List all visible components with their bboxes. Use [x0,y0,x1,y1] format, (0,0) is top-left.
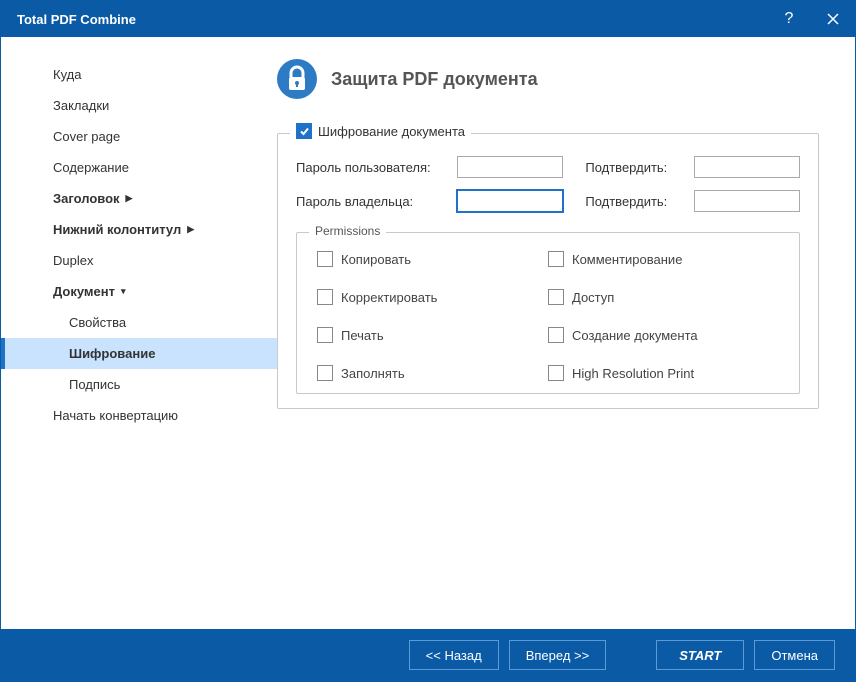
permissions-legend: Permissions [309,224,386,238]
perm-copy-checkbox[interactable] [317,251,333,267]
sidebar-subitem-signature[interactable]: Подпись [1,369,277,400]
perm-create-label: Создание документа [572,328,698,343]
user-password-label: Пароль пользователя: [296,160,435,175]
sidebar-item-start[interactable]: Начать конвертацию [1,400,277,431]
perm-copy-label: Копировать [341,252,411,267]
lock-icon [277,59,317,99]
perm-print-label: Печать [341,328,384,343]
owner-password-label: Пароль владельца: [296,194,435,209]
forward-button[interactable]: Вперед >> [509,640,607,670]
sidebar-item-header[interactable]: Заголовок▶ [1,183,277,214]
perm-hires-label: High Resolution Print [572,366,694,381]
perm-access-checkbox[interactable] [548,289,564,305]
chevron-right-icon: ▶ [187,224,194,235]
sidebar-subitem-encryption[interactable]: Шифрование [1,338,277,369]
sidebar: Куда Закладки Cover page Содержание Заго… [1,37,277,629]
perm-hires-checkbox[interactable] [548,365,564,381]
sidebar-item-bookmarks[interactable]: Закладки [1,90,277,121]
sidebar-item-contents[interactable]: Содержание [1,152,277,183]
content-panel: Защита PDF документа Шифрование документ… [277,37,855,629]
confirm-owner-label: Подтвердить: [585,194,672,209]
perm-create-checkbox[interactable] [548,327,564,343]
chevron-right-icon: ▶ [126,193,133,204]
confirm-user-label: Подтвердить: [585,160,672,175]
confirm-user-input[interactable] [694,156,800,178]
perm-print-checkbox[interactable] [317,327,333,343]
owner-password-input[interactable] [457,190,563,212]
cancel-button[interactable]: Отмена [754,640,835,670]
encrypt-checkbox[interactable] [296,123,312,139]
user-password-input[interactable] [457,156,563,178]
close-button[interactable] [811,1,855,37]
perm-fill-checkbox[interactable] [317,365,333,381]
help-button[interactable]: ? [767,1,811,37]
permissions-fieldset: Permissions Копировать Комментирование К… [296,232,800,394]
sidebar-item-footer[interactable]: Нижний колонтитул▶ [1,214,277,245]
perm-access-label: Доступ [572,290,614,305]
sidebar-subitem-properties[interactable]: Свойства [1,307,277,338]
footer: << Назад Вперед >> START Отмена [1,629,855,681]
window-title: Total PDF Combine [17,12,767,27]
start-button[interactable]: START [656,640,744,670]
perm-modify-label: Корректировать [341,290,437,305]
sidebar-item-duplex[interactable]: Duplex [1,245,277,276]
sidebar-item-document[interactable]: Документ▾ [1,276,277,307]
perm-comment-checkbox[interactable] [548,251,564,267]
perm-modify-checkbox[interactable] [317,289,333,305]
back-button[interactable]: << Назад [409,640,499,670]
encrypt-label: Шифрование документа [318,124,465,139]
encryption-fieldset: Шифрование документа Пароль пользователя… [277,133,819,409]
titlebar: Total PDF Combine ? [1,1,855,37]
perm-comment-label: Комментирование [572,252,682,267]
chevron-down-icon: ▾ [121,286,126,297]
page-title: Защита PDF документа [331,69,538,90]
confirm-owner-input[interactable] [694,190,800,212]
sidebar-item-destination[interactable]: Куда [1,59,277,90]
perm-fill-label: Заполнять [341,366,405,381]
sidebar-item-coverpage[interactable]: Cover page [1,121,277,152]
